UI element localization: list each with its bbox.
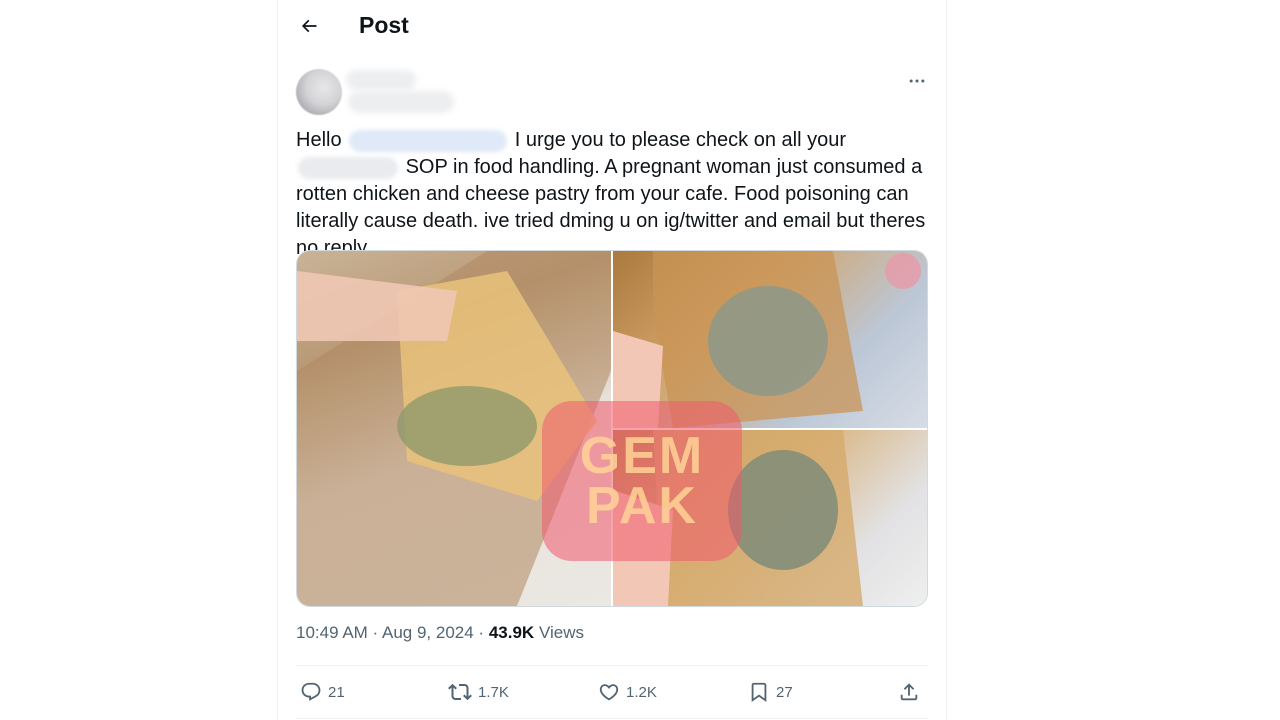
- more-horizontal-icon: [907, 71, 927, 91]
- post-media-grid[interactable]: GEM PAK: [296, 250, 928, 607]
- page-header: Post: [278, 0, 946, 53]
- heart-icon: [598, 681, 620, 703]
- watermark-logo: GEM PAK: [542, 401, 742, 561]
- arrow-left-icon: [299, 16, 319, 36]
- post-text-line1: I urge you to please check on all your: [514, 129, 847, 151]
- post-meta: 10:49 AM · Aug 9, 2024 · 43.9K Views: [296, 623, 584, 643]
- post-text: Hello I urge you to please check on all …: [296, 127, 936, 262]
- repost-button[interactable]: 1.7K: [448, 672, 509, 712]
- watermark-line-1: GEM: [579, 427, 705, 485]
- author-handle-redacted[interactable]: [348, 91, 454, 113]
- reply-icon: [300, 681, 322, 703]
- views-label: Views: [538, 623, 584, 642]
- post-detail-column: Post Hello I urge you to please check on…: [277, 0, 947, 720]
- meta-separator: ·: [478, 623, 485, 642]
- back-button[interactable]: [292, 9, 326, 43]
- like-count: 1.2K: [626, 683, 657, 701]
- bookmark-count: 27: [776, 683, 793, 701]
- reply-count: 21: [328, 683, 345, 701]
- page-title: Post: [359, 12, 409, 38]
- avatar[interactable]: [296, 69, 342, 115]
- repost-count: 1.7K: [478, 683, 509, 701]
- redacted-text: [298, 156, 398, 179]
- post-timestamp[interactable]: 10:49 AM · Aug 9, 2024: [296, 623, 474, 642]
- reply-button[interactable]: 21: [300, 672, 345, 712]
- divider: [296, 665, 928, 666]
- like-button[interactable]: 1.2K: [598, 672, 657, 712]
- more-options-button[interactable]: [902, 66, 932, 96]
- post-actions: 21 1.7K 1.2K 27: [296, 672, 928, 712]
- share-icon: [898, 681, 920, 703]
- watermark-line-2: PAK: [586, 477, 698, 535]
- redacted-mention: [349, 129, 508, 152]
- share-button[interactable]: [898, 672, 920, 712]
- divider: [296, 718, 928, 719]
- views-count: 43.9K: [488, 623, 535, 642]
- post-text-greeting: Hello: [296, 129, 342, 151]
- bookmark-icon: [748, 681, 770, 703]
- repost-icon: [448, 680, 472, 704]
- bookmark-button[interactable]: 27: [748, 672, 793, 712]
- author-name-redacted[interactable]: [346, 70, 416, 90]
